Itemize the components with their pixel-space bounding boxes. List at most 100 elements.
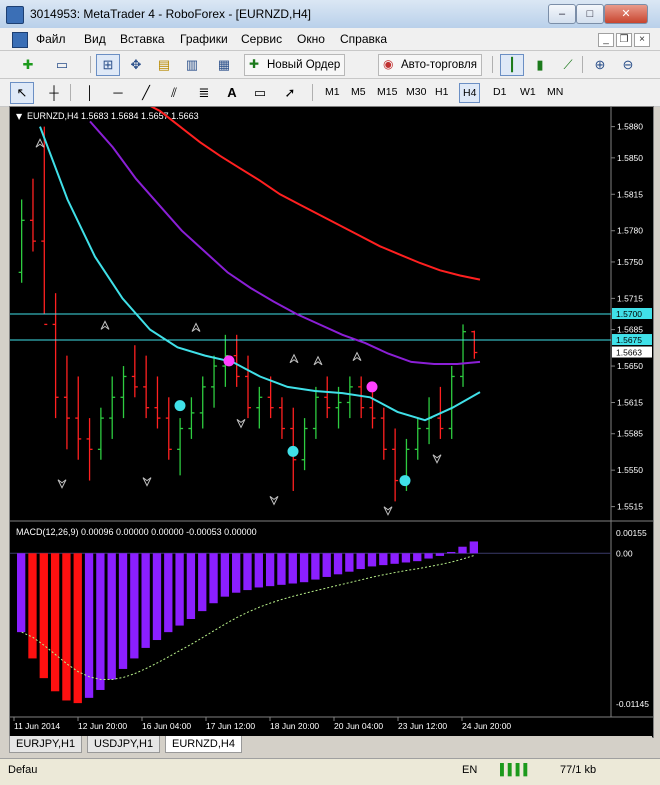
window-title: 3014953: MetaTrader 4 - RoboForex - [EUR… bbox=[30, 7, 311, 21]
macd-histogram-bar bbox=[164, 553, 173, 633]
signal-dot bbox=[174, 400, 186, 412]
macd-tick-label: 0.00 bbox=[616, 548, 633, 558]
connection-icon: ▌▌▌▌ bbox=[500, 764, 532, 776]
horizontal-line-icon[interactable]: ─ bbox=[106, 82, 130, 104]
status-profile: Defau bbox=[8, 764, 38, 776]
strategy-tester-icon[interactable]: ▦ bbox=[212, 54, 236, 76]
tf-m1[interactable]: M1 bbox=[322, 83, 343, 101]
child-restore-button[interactable]: ❐ bbox=[616, 33, 632, 47]
macd-histogram-bar bbox=[175, 553, 184, 626]
price-tick-label: 1.5515 bbox=[617, 502, 643, 512]
menu-view[interactable]: Вид bbox=[84, 32, 106, 46]
fibonacci-icon[interactable]: ≣ bbox=[192, 82, 216, 104]
time-tick-label: 24 Jun 20:00 bbox=[462, 721, 511, 731]
signal-dot bbox=[287, 445, 299, 457]
macd-histogram-bar bbox=[345, 553, 354, 572]
menu-help[interactable]: Справка bbox=[340, 32, 387, 46]
signal-dot bbox=[366, 381, 378, 393]
market-watch-icon[interactable]: ⊞ bbox=[96, 54, 120, 76]
menu-tools[interactable]: Сервис bbox=[241, 32, 282, 46]
macd-histogram-bar bbox=[401, 553, 411, 563]
price-tick-label: 1.5780 bbox=[617, 226, 643, 236]
macd-histogram-bar bbox=[73, 553, 82, 704]
macd-histogram-bar bbox=[232, 553, 241, 593]
child-close-button[interactable]: × bbox=[634, 33, 650, 47]
time-tick-label: 17 Jun 12:00 bbox=[206, 721, 255, 731]
autotrading-button[interactable]: ◉ Авто-торговля bbox=[378, 54, 482, 76]
macd-histogram-bar bbox=[356, 553, 365, 570]
arrows-icon[interactable]: ➚ bbox=[278, 82, 302, 104]
vertical-line-icon[interactable]: │ bbox=[78, 82, 102, 104]
tf-m15[interactable]: M15 bbox=[374, 83, 400, 101]
macd-histogram-bar bbox=[209, 553, 218, 604]
macd-histogram-bar bbox=[447, 551, 456, 554]
macd-histogram-bar bbox=[424, 553, 433, 559]
macd-histogram-bar bbox=[220, 553, 230, 597]
tf-m5[interactable]: M5 bbox=[348, 83, 369, 101]
macd-histogram-bar bbox=[62, 553, 71, 701]
tf-m30[interactable]: M30 bbox=[403, 83, 429, 101]
text-label-icon[interactable]: ▭ bbox=[248, 82, 272, 104]
document-icon[interactable] bbox=[12, 32, 28, 48]
navigator-icon[interactable]: ✥ bbox=[124, 54, 148, 76]
minimize-button[interactable]: – bbox=[548, 4, 576, 24]
price-tick-label: 1.5585 bbox=[617, 429, 643, 439]
macd-histogram-bar bbox=[96, 553, 105, 690]
terminal-icon[interactable]: ▥ bbox=[180, 54, 204, 76]
standard-toolbar: ✚ ▭ ⊞ ✥ ▤ ▥ ▦ ✚ Новый Ордер ◉ Авто-торговл… bbox=[0, 51, 660, 79]
macd-histogram-bar bbox=[28, 553, 37, 659]
chart-window[interactable]: ▼ EURNZD,H4 1.5683 1.5684 1.5657 1.5663 … bbox=[9, 106, 654, 738]
menu-window[interactable]: Окно bbox=[297, 32, 325, 46]
chart-header: EURNZD,H4 1.5683 1.5684 1.5657 1.5663 bbox=[27, 111, 199, 121]
tf-mn[interactable]: MN bbox=[544, 83, 566, 101]
data-window-icon[interactable]: ▤ bbox=[152, 54, 176, 76]
line-chart-icon[interactable]: ⟋ bbox=[556, 54, 580, 76]
maximize-button[interactable]: □ bbox=[576, 4, 604, 24]
text-icon[interactable]: A bbox=[220, 82, 244, 104]
status-language: EN bbox=[462, 764, 478, 776]
chart-canvas[interactable]: ▼ EURNZD,H4 1.5683 1.5684 1.5657 1.5663 … bbox=[10, 107, 653, 737]
macd-histogram-bar bbox=[333, 553, 343, 575]
equidistant-channel-icon[interactable]: ⫽ bbox=[162, 82, 186, 104]
macd-histogram-bar bbox=[186, 553, 196, 619]
tab-eurnzd[interactable]: EURNZD,H4 bbox=[165, 736, 242, 753]
cursor-icon[interactable]: ↖ bbox=[10, 82, 34, 104]
price-tick-label: 1.5850 bbox=[617, 153, 643, 163]
time-tick-label: 20 Jun 04:00 bbox=[334, 721, 383, 731]
tf-w1[interactable]: W1 bbox=[517, 83, 539, 101]
candlestick-icon[interactable]: ▮ bbox=[528, 54, 552, 76]
line-studies-toolbar: ↖ ┼ │ ─ ╱ ⫽ ≣ A ▭ ➚ M1 M5 M15 M30 H1 H4 … bbox=[0, 79, 660, 107]
macd-histogram-bar bbox=[254, 553, 263, 588]
tf-h4[interactable]: H4 bbox=[459, 83, 481, 103]
zoom-out-icon[interactable]: ⊖ bbox=[616, 54, 640, 76]
price-tick-label: 1.5815 bbox=[617, 189, 643, 199]
crosshair-icon[interactable]: ┼ bbox=[42, 82, 66, 104]
tab-usdjpy[interactable]: USDJPY,H1 bbox=[87, 736, 161, 753]
price-tick-label: 1.5750 bbox=[617, 257, 643, 267]
zoom-in-icon[interactable]: ⊕ bbox=[588, 54, 612, 76]
new-chart-icon[interactable]: ✚ bbox=[16, 54, 40, 76]
status-bar: Defau EN ▌▌▌▌ 77/1 kb bbox=[0, 758, 660, 785]
new-order-button[interactable]: ✚ Новый Ордер bbox=[244, 54, 346, 76]
trendline-icon[interactable]: ╱ bbox=[134, 82, 158, 104]
bar-chart-icon[interactable]: ┃ bbox=[500, 54, 524, 76]
macd-header: MACD(12,26,9) 0.00096 0.00000 0.00000 -0… bbox=[16, 527, 257, 537]
menu-file[interactable]: Файл bbox=[36, 32, 66, 46]
time-tick-label: 16 Jun 04:00 bbox=[142, 721, 191, 731]
profiles-icon[interactable]: ▭ bbox=[50, 54, 74, 76]
close-button[interactable]: ✕ bbox=[604, 4, 648, 24]
tf-h1[interactable]: H1 bbox=[432, 83, 451, 101]
tab-eurjpy[interactable]: EURJPY,H1 bbox=[9, 736, 83, 753]
macd-histogram-bar bbox=[39, 553, 48, 679]
macd-histogram-bar bbox=[198, 553, 207, 612]
macd-histogram-bar bbox=[277, 553, 286, 585]
tf-d1[interactable]: D1 bbox=[490, 83, 509, 101]
time-tick-label: 11 Jun 2014 bbox=[14, 721, 60, 731]
time-tick-label: 12 Jun 20:00 bbox=[78, 721, 127, 731]
menu-charts[interactable]: Графики bbox=[180, 32, 228, 46]
child-minimize-button[interactable]: _ bbox=[598, 33, 614, 47]
menu-insert[interactable]: Вставка bbox=[120, 32, 165, 46]
menu-bar: Файл Вид Вставка Графики Сервис Окно Спр… bbox=[0, 28, 660, 51]
macd-histogram-bar bbox=[379, 553, 388, 566]
macd-histogram-bar bbox=[17, 553, 26, 633]
